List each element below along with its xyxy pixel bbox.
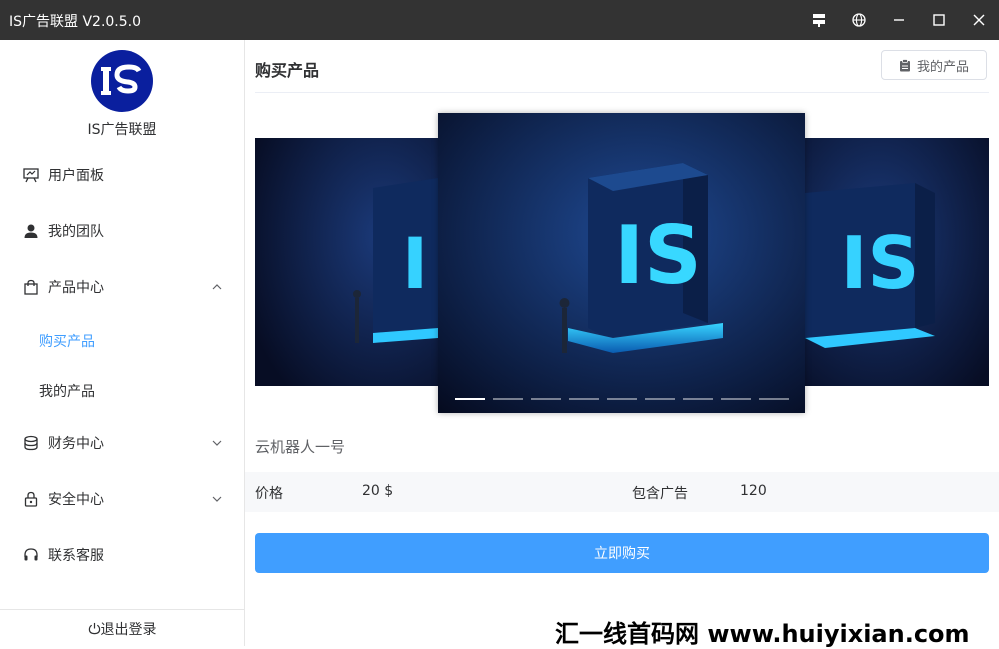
logout-label: 退出登录 (100, 621, 157, 638)
sidebar-item-label: 产品中心 (48, 280, 104, 296)
power-icon (88, 622, 100, 635)
sidebar-subitem-label: 购买产品 (39, 334, 95, 350)
price-value: 20 $ (362, 483, 394, 499)
price-label: 价格 (255, 486, 283, 502)
carousel-indicator[interactable] (607, 398, 637, 400)
header-divider (255, 92, 989, 93)
carousel-indicator[interactable] (759, 398, 789, 400)
brand-name: IS广告联盟 (87, 122, 157, 138)
carousel-indicator[interactable] (493, 398, 523, 400)
sidebar-item-product-center[interactable]: 产品中心 (0, 267, 244, 307)
user-icon (24, 224, 38, 238)
my-products-button[interactable]: 我的产品 (881, 50, 987, 80)
minimize-icon[interactable] (879, 0, 919, 40)
sidebar-item-my-team[interactable]: 我的团队 (0, 211, 244, 251)
svg-text:IS: IS (841, 221, 920, 305)
sidebar-item-label: 我的团队 (48, 224, 104, 240)
carousel-indicator[interactable] (531, 398, 561, 400)
sidebar: IS广告联盟 用户面板 我的团队 产品中心 购买产品 我的产品 财务中心 安全中… (0, 40, 245, 646)
carousel-indicator[interactable] (721, 398, 751, 400)
carousel-indicator[interactable] (645, 398, 675, 400)
title-bar: IS广告联盟 V2.0.5.0 (0, 0, 999, 40)
sidebar-item-label: 财务中心 (48, 436, 104, 452)
sidebar-item-contact-support[interactable]: 联系客服 (0, 535, 244, 575)
clipboard-icon (899, 58, 910, 71)
dashboard-icon (23, 168, 39, 183)
server-icon[interactable] (799, 0, 839, 40)
maximize-icon[interactable] (919, 0, 959, 40)
product-name: 云机器人一号 (255, 438, 346, 456)
sidebar-subitem-buy-product[interactable]: 购买产品 (0, 322, 244, 358)
headset-icon (24, 548, 38, 561)
sidebar-item-finance-center[interactable]: 财务中心 (0, 423, 244, 463)
carousel-slide-next[interactable]: IS (805, 138, 989, 386)
carousel-indicator[interactable] (569, 398, 599, 400)
shopping-bag-icon (24, 279, 38, 295)
chevron-up-icon (212, 284, 222, 290)
carousel-indicator[interactable] (455, 398, 485, 400)
ads-value: 120 (740, 483, 767, 499)
carousel-slide-previous[interactable]: I (255, 138, 438, 386)
ads-label: 包含广告 (632, 486, 688, 502)
sidebar-item-label: 联系客服 (48, 548, 104, 564)
server-illustration-image: IS (438, 113, 805, 413)
buy-now-label: 立即购买 (594, 546, 650, 562)
carousel-indicators (455, 398, 789, 400)
lock-icon (24, 491, 38, 507)
svg-text:IS: IS (614, 209, 701, 302)
sidebar-subitem-my-products[interactable]: 我的产品 (0, 372, 244, 408)
sidebar-item-user-panel[interactable]: 用户面板 (0, 155, 244, 195)
carousel-indicator[interactable] (683, 398, 713, 400)
page-title: 购买产品 (255, 61, 320, 80)
sidebar-item-label: 用户面板 (48, 168, 104, 184)
sidebar-subitem-label: 我的产品 (39, 384, 95, 400)
sidebar-item-label: 安全中心 (48, 492, 104, 508)
chevron-down-icon (212, 496, 222, 502)
sidebar-item-security-center[interactable]: 安全中心 (0, 479, 244, 519)
buy-now-button[interactable]: 立即购买 (255, 533, 989, 573)
brand-logo (91, 50, 153, 112)
my-products-label: 我的产品 (916, 59, 969, 75)
close-icon[interactable] (959, 0, 999, 40)
product-info-row: 价格 20 $ 包含广告 120 (245, 472, 999, 512)
logout-button[interactable]: 退出登录 (0, 609, 244, 647)
is-logo-icon (101, 64, 142, 95)
server-illustration-image: I (255, 138, 438, 386)
chevron-down-icon (212, 440, 222, 446)
window-title: IS广告联盟 V2.0.5.0 (9, 14, 142, 30)
carousel-slide-active[interactable]: IS (438, 113, 805, 413)
watermark-text: 汇一线首码网 www.huiyixian.com (555, 620, 970, 648)
coins-icon (24, 435, 38, 451)
svg-text:I: I (402, 223, 428, 305)
server-illustration-image: IS (805, 138, 989, 386)
main-content: 购买产品 我的产品 I IS IS 云机器人一号 价格 20 $ 包含广告 12… (245, 40, 999, 646)
globe-icon[interactable] (839, 0, 879, 40)
